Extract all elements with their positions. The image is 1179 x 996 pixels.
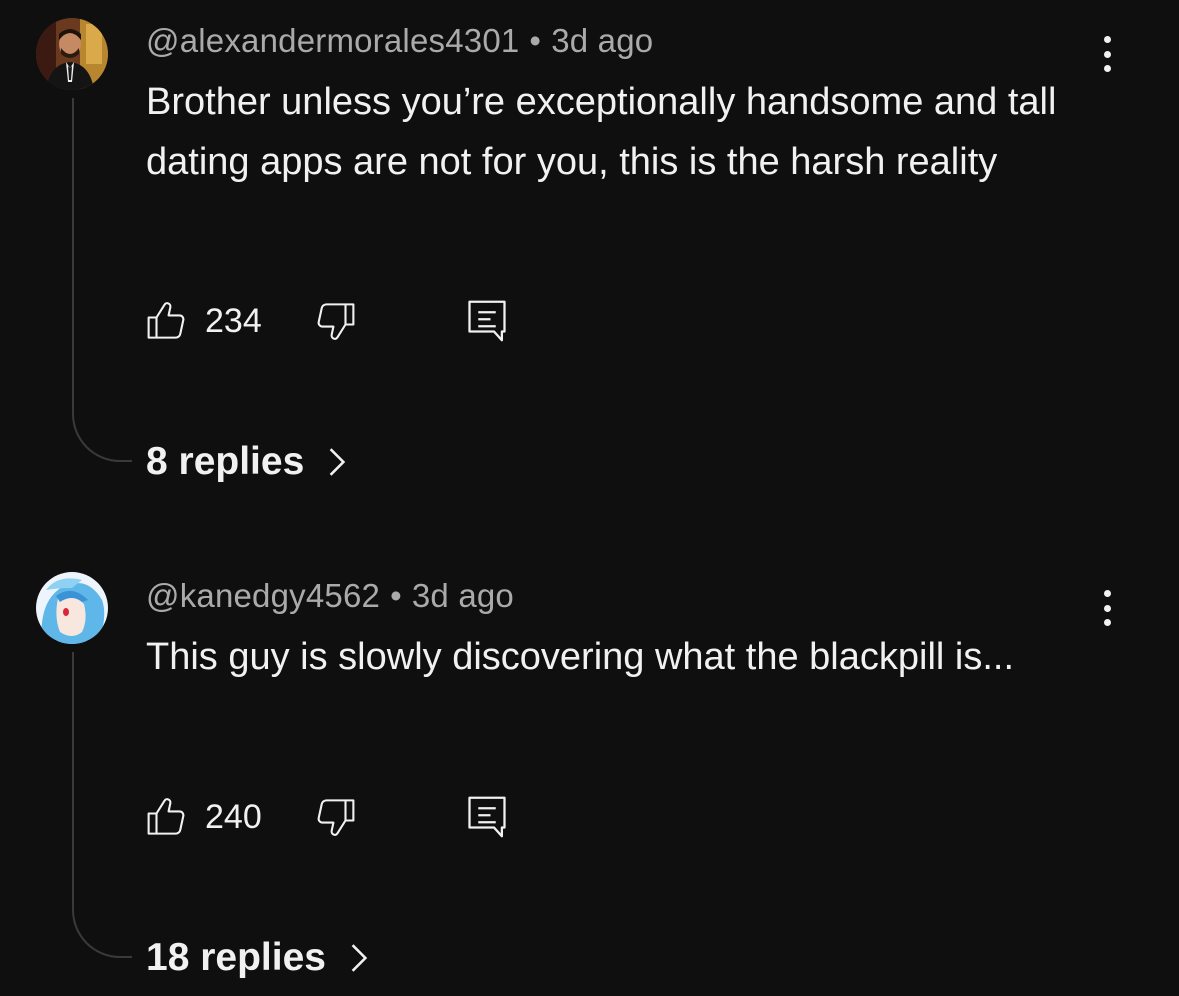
comment-actions: 234 [146, 296, 566, 346]
comment-icon [468, 300, 506, 342]
comment-text: Brother unless you’re exceptionally hand… [146, 81, 1057, 183]
thumbs-down-icon [317, 303, 355, 340]
more-vert-icon[interactable] [1090, 32, 1124, 76]
thumbs-up-icon [147, 302, 185, 339]
chevron-right-icon [351, 944, 368, 972]
timestamp: 3d ago [411, 577, 514, 614]
comment-meta: @kanedgy4562 • 3d ago [146, 577, 514, 615]
like-count: 234 [205, 301, 262, 340]
comment-icon [468, 796, 506, 838]
comment-actions: 240 [146, 792, 566, 842]
like-count: 240 [205, 797, 262, 836]
comment-meta: @alexandermorales4301 • 3d ago [146, 22, 653, 60]
replies-count: 8 replies [146, 440, 305, 483]
anime-avatar-icon [36, 572, 108, 644]
separator: • [529, 22, 542, 59]
username[interactable]: @alexandermorales4301 [146, 22, 519, 59]
chevron-right-icon [329, 448, 346, 476]
reply-button[interactable] [466, 792, 508, 842]
comment-text: This guy is slowly discovering what the … [146, 636, 1015, 678]
thumbs-up-icon [147, 798, 185, 835]
separator: • [390, 577, 402, 614]
more-vert-icon[interactable] [1090, 586, 1124, 630]
thumbs-down-icon [317, 799, 355, 836]
thread-line [72, 652, 132, 958]
dislike-button[interactable] [314, 296, 356, 346]
username[interactable]: @kanedgy4562 [146, 577, 380, 614]
replies-count: 18 replies [146, 936, 326, 979]
dislike-button[interactable] [314, 792, 356, 842]
like-button[interactable]: 240 [146, 792, 262, 842]
view-replies-button[interactable]: 8 replies [146, 440, 348, 484]
view-replies-button[interactable]: 18 replies [146, 936, 370, 980]
thread-line [72, 98, 132, 462]
avatar[interactable] [36, 572, 108, 644]
user-avatar-photo-icon [36, 18, 108, 90]
timestamp: 3d ago [551, 22, 654, 59]
like-button[interactable]: 234 [146, 296, 262, 346]
avatar[interactable] [36, 18, 108, 90]
reply-button[interactable] [466, 296, 508, 346]
